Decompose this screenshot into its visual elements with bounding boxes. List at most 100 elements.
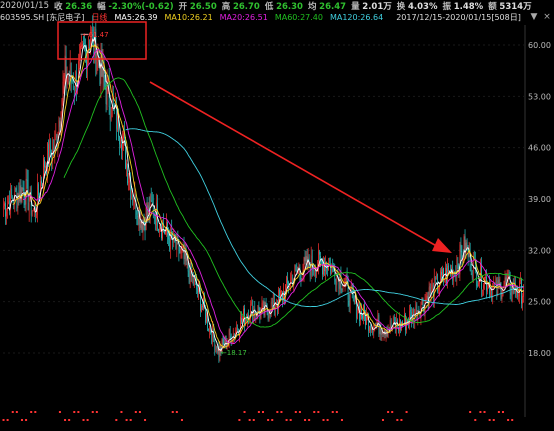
candle-body <box>189 262 191 283</box>
candle-body <box>145 207 147 231</box>
signal-marker <box>267 419 270 421</box>
candle-body <box>197 288 198 294</box>
candle-body <box>112 98 114 102</box>
candle-body <box>241 318 242 322</box>
signal-marker <box>248 419 251 421</box>
candle-body <box>22 187 24 190</box>
candle-body <box>369 326 370 332</box>
candle-body <box>304 257 306 262</box>
candle-body <box>495 279 497 284</box>
candle-body <box>448 265 449 272</box>
candle-body <box>376 324 378 325</box>
candle-body <box>243 308 244 320</box>
candle-body <box>128 181 129 183</box>
candle-body <box>272 293 274 304</box>
candle-body <box>443 268 444 280</box>
signal-marker <box>280 411 283 413</box>
signal-marker <box>340 419 343 421</box>
candle-body <box>38 184 39 195</box>
signal-marker <box>289 419 292 421</box>
candle-body <box>242 318 243 321</box>
candle-body <box>8 201 9 204</box>
candle-body <box>110 117 112 119</box>
candle-body <box>456 263 458 279</box>
candle-body <box>370 325 371 331</box>
signal-marker <box>73 411 76 413</box>
candle-body <box>319 251 320 255</box>
y-tick-label: 25.00 <box>528 298 551 307</box>
candle-body <box>81 44 82 47</box>
y-tick-label: 32.00 <box>528 246 551 255</box>
candle-body <box>485 276 486 279</box>
candle-body <box>209 325 210 332</box>
signal-marker <box>252 419 255 421</box>
candle-body <box>41 180 42 184</box>
candle-body <box>36 213 37 217</box>
candle-body <box>363 304 364 320</box>
signal-marker <box>381 419 384 421</box>
signal-marker <box>11 411 14 413</box>
candle-body <box>236 327 237 333</box>
candle-body <box>208 328 209 331</box>
candle-body <box>309 266 311 277</box>
signal-marker <box>400 419 403 421</box>
signal-marker <box>30 411 33 413</box>
signal-marker <box>304 419 307 421</box>
candle-body <box>505 277 507 282</box>
signal-marker <box>20 419 23 421</box>
candle-body <box>316 267 317 277</box>
candle-body <box>131 196 133 199</box>
candle-body <box>472 260 474 280</box>
candle-body <box>11 188 13 197</box>
candle-body <box>211 334 213 343</box>
y-tick-label: 39.00 <box>528 195 551 204</box>
signal-marker <box>396 419 399 421</box>
candle-body <box>133 203 135 205</box>
candle-body <box>501 295 503 299</box>
candle-body <box>151 200 153 203</box>
signal-marker <box>308 419 311 421</box>
candle-body <box>50 140 51 155</box>
candle-body <box>73 89 75 92</box>
candle-body <box>83 42 84 46</box>
candle-body <box>126 162 127 168</box>
candle-body <box>113 103 115 107</box>
signal-marker <box>86 419 89 421</box>
candle-body <box>510 292 512 296</box>
candle-body <box>111 98 113 118</box>
candle-body <box>393 316 395 323</box>
ma10-line <box>12 43 524 349</box>
candle-body <box>499 282 501 284</box>
candle-body <box>82 44 83 47</box>
candle-body <box>262 301 264 303</box>
candle-body <box>335 281 337 286</box>
candle-body <box>373 329 375 333</box>
candle-body <box>5 202 6 217</box>
signal-marker <box>2 419 5 421</box>
candle-body <box>410 309 411 312</box>
candlestick-chart[interactable]: 60.00 53.00 46.00 39.00 32.00 25.00 18.00 ←61.4… <box>0 0 554 431</box>
candle-body <box>164 230 165 234</box>
candle-body <box>264 302 266 316</box>
candle-body <box>498 279 500 285</box>
candle-body <box>519 280 520 297</box>
signal-marker <box>313 411 316 413</box>
candle-body <box>202 305 203 307</box>
candle-body <box>62 81 64 100</box>
candle-body <box>192 277 194 285</box>
candle-body <box>342 286 344 289</box>
candle-body <box>518 295 519 297</box>
candle-body <box>341 288 343 291</box>
candle-body <box>434 277 436 280</box>
candle-body <box>279 289 280 297</box>
candle-body <box>329 263 330 264</box>
candle-body <box>490 285 491 296</box>
signal-marker <box>497 411 500 413</box>
candle-body <box>170 228 171 250</box>
signal-marker <box>95 411 98 413</box>
candle-body <box>79 54 80 62</box>
candle-body <box>55 134 57 138</box>
candle-body <box>516 293 517 296</box>
candle-body <box>127 163 128 184</box>
candle-body <box>482 289 483 291</box>
